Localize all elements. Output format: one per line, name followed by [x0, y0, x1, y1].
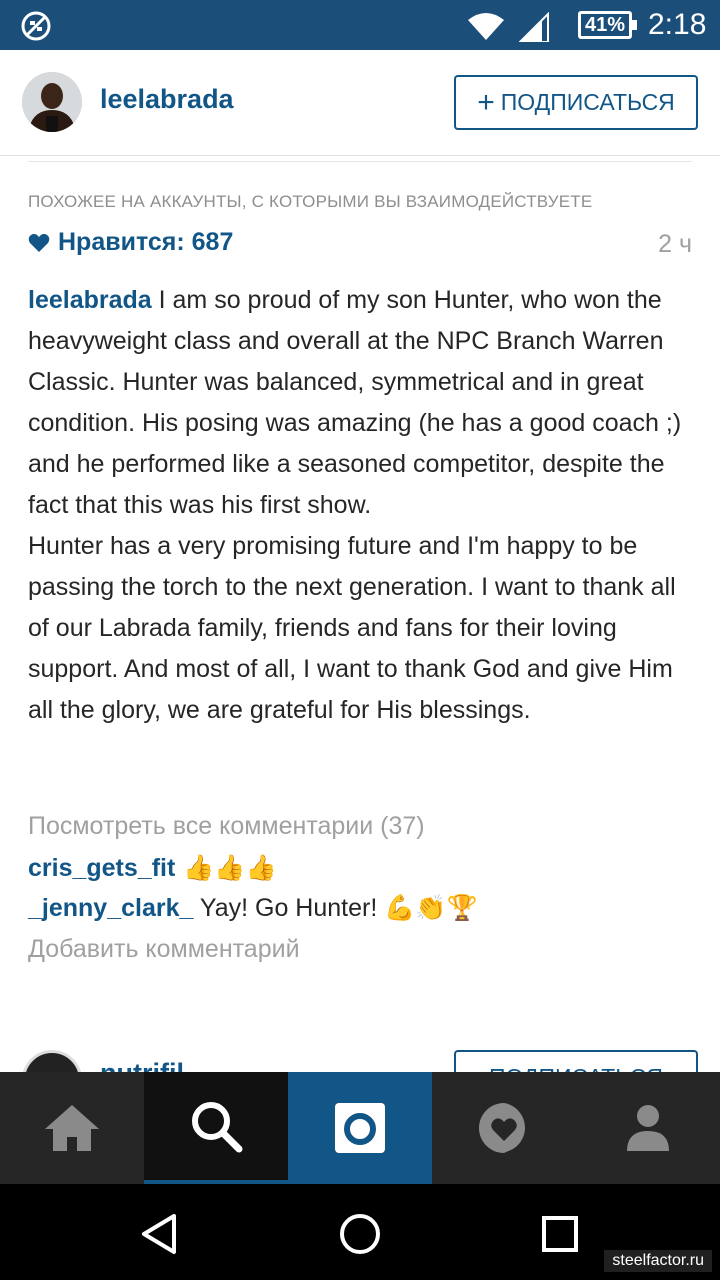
suggestion-label: ПОХОЖЕЕ НА АККАУНТЫ, С КОТОРЫМИ ВЫ ВЗАИМ… [28, 192, 593, 211]
comment-username[interactable]: _jenny_clark_ [28, 894, 193, 922]
follow-label: ПОДПИСАТЬСЯ [500, 89, 675, 115]
home-icon [45, 1105, 99, 1151]
wifi-icon [468, 13, 504, 40]
likes-count[interactable]: Нравится: 687 [28, 228, 233, 257]
post-timestamp: 2 ч [658, 230, 692, 258]
plus-icon: + [477, 85, 495, 119]
tab-search[interactable] [144, 1072, 288, 1184]
follow-button[interactable]: + ПОДПИСАТЬСЯ [454, 75, 698, 130]
system-nav-bar: steelfactor.ru [0, 1184, 720, 1280]
caption-text: I am so proud of my son Hunter, who won … [28, 286, 682, 519]
status-bar: 41% 2:18 [0, 0, 720, 50]
add-comment-input[interactable]: Добавить комментарий [28, 935, 300, 964]
camera-icon [335, 1103, 385, 1153]
avatar-image [22, 72, 82, 132]
comment-text: Yay! Go Hunter! 💪👏🏆 [193, 894, 478, 922]
clock: 2:18 [648, 8, 707, 41]
post-caption: leelabrada I am so proud of my son Hunte… [28, 280, 692, 731]
tab-home[interactable] [0, 1072, 144, 1184]
battery-indicator: 41% [578, 11, 637, 39]
search-icon [192, 1102, 243, 1153]
likes-text: Нравится: 687 [58, 228, 234, 256]
home-button-icon[interactable] [338, 1212, 382, 1256]
post-header: leelabrada + ПОДПИСАТЬСЯ [0, 50, 720, 156]
tab-camera[interactable] [288, 1072, 432, 1184]
avatar[interactable] [22, 72, 82, 132]
caption-text-2: Hunter has a very promising future and I… [28, 532, 676, 724]
recents-icon[interactable] [538, 1212, 582, 1256]
comment-item: _jenny_clark_ Yay! Go Hunter! 💪👏🏆 [28, 894, 478, 923]
view-all-comments-link[interactable]: Посмотреть все комментарии (37) [28, 812, 425, 841]
heart-icon [28, 233, 50, 252]
comment-text: 👍👍👍 [175, 853, 277, 882]
watermark: steelfactor.ru [604, 1250, 712, 1272]
activity-icon [478, 1103, 525, 1153]
comment-username[interactable]: cris_gets_fit [28, 854, 175, 882]
divider [28, 161, 692, 162]
bottom-tab-bar [0, 1072, 720, 1184]
signal-icon [518, 12, 549, 42]
block-notification-icon [21, 11, 51, 41]
back-icon[interactable] [138, 1212, 182, 1256]
caption-username[interactable]: leelabrada [28, 286, 152, 314]
comment-item: cris_gets_fit 👍👍👍 [28, 853, 277, 883]
tab-activity[interactable] [432, 1072, 576, 1184]
username-link[interactable]: leelabrada [100, 84, 234, 115]
tab-profile[interactable] [576, 1072, 720, 1184]
profile-icon [627, 1105, 669, 1151]
